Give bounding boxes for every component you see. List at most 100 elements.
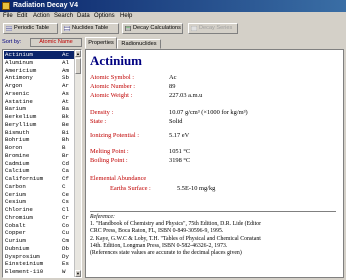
list-item[interactable]: Bismuth Bi: [4, 129, 74, 137]
list-item[interactable]: Chlorine Cl: [4, 206, 74, 214]
element-symbol: Be: [62, 120, 69, 128]
sort-by-button[interactable]: Atomic Name: [30, 38, 82, 47]
list-item[interactable]: Argon Ar: [4, 82, 74, 90]
menu-options[interactable]: Options: [94, 13, 115, 20]
element-name: Dysprosium: [5, 252, 40, 260]
decay-series-label: Decay Series: [199, 25, 233, 31]
list-item[interactable]: Boron B: [4, 144, 74, 152]
tab-properties[interactable]: Properties: [85, 37, 117, 49]
list-item[interactable]: Cobalt Co: [4, 222, 74, 230]
list-item[interactable]: Einsteinium Es: [4, 260, 74, 268]
title-bar[interactable]: Radiation Decay V4: [0, 0, 346, 12]
element-symbol: Ca: [62, 167, 69, 175]
list-item[interactable]: Arsenic As: [4, 90, 74, 98]
element-symbol: Bk: [62, 113, 69, 120]
periodic-table-button[interactable]: Periodic Table: [3, 23, 58, 34]
element-name: Bromine: [5, 151, 30, 159]
periodic-table-label: Periodic Table: [14, 25, 50, 31]
list-item[interactable]: Cadmium Cd: [4, 160, 74, 168]
list-item[interactable]: Californium Cf: [4, 175, 74, 183]
sort-bar: Sort by: Atomic Name: [0, 37, 84, 48]
scroll-up-icon[interactable]: ▲: [75, 50, 81, 57]
list-item[interactable]: Curium Cm: [4, 237, 74, 245]
table-icon: [64, 26, 70, 31]
series-icon: [191, 26, 197, 31]
list-item[interactable]: Bromine Br: [4, 152, 74, 160]
decay-series-button[interactable]: Decay Series: [188, 23, 238, 34]
grid-icon: [6, 26, 12, 31]
melting-point-label: Melting Point :: [90, 148, 129, 155]
element-symbol: Dy: [62, 252, 69, 260]
app-icon: [2, 2, 10, 10]
density-value: 10.07 g/cm³ (×1000 for kg/m³): [169, 109, 248, 116]
atomic-number-value: 89: [169, 83, 176, 90]
menu-file[interactable]: File: [3, 13, 13, 20]
list-item[interactable]: Dubnium Db: [4, 245, 74, 253]
list-item[interactable]: Cesium Cs: [4, 198, 74, 206]
element-name: Actinium: [5, 51, 33, 58]
atomic-symbol-value: Ac: [169, 74, 177, 81]
element-name: Berkelium: [5, 113, 37, 120]
list-item[interactable]: Actinium Ac: [4, 51, 74, 59]
list-item[interactable]: Element-110 W: [4, 268, 74, 276]
element-symbol: C: [62, 182, 66, 190]
list-item[interactable]: Antimony Sb: [4, 74, 74, 82]
element-name: Carbon: [5, 182, 26, 190]
element-symbol: Co: [62, 221, 69, 229]
list-item[interactable]: Barium Ba: [4, 105, 74, 113]
earths-surface-label: Earths Surface :: [110, 185, 151, 192]
element-name: Cesium: [5, 198, 26, 206]
element-symbol: Es: [62, 260, 69, 268]
atomic-weight-value: 227.03 a.m.u: [169, 92, 203, 99]
element-symbol: Al: [62, 58, 69, 66]
menu-data[interactable]: Data: [77, 13, 90, 20]
element-name: Calcium: [5, 167, 30, 175]
element-name: Einsteinium: [5, 260, 44, 268]
element-name: Aluminum: [5, 58, 33, 66]
list-item[interactable]: Astatine At: [4, 98, 74, 106]
list-item[interactable]: Copper Cu: [4, 229, 74, 237]
abundance-header: Elemental Abundance: [90, 175, 147, 182]
list-item[interactable]: Americium Am: [4, 67, 74, 75]
nuclides-table-button[interactable]: Nuclides Table: [61, 23, 119, 34]
list-item[interactable]: Calcium Ca: [4, 167, 74, 175]
menu-search[interactable]: Search: [54, 13, 73, 20]
list-item[interactable]: Chromium Cr: [4, 214, 74, 222]
scroll-thumb[interactable]: [75, 58, 81, 74]
element-symbol: Db: [62, 244, 69, 252]
list-item[interactable]: Berkelium Bk: [4, 113, 74, 121]
element-name: Dubnium: [5, 244, 30, 252]
element-symbol: Ba: [62, 105, 69, 113]
list-item[interactable]: Cerium Ce: [4, 191, 74, 199]
element-symbol: Cm: [62, 237, 69, 244]
element-symbol: Cl: [62, 206, 69, 213]
menu-edit[interactable]: Edit: [17, 13, 27, 20]
element-name: Bohrium: [5, 136, 30, 144]
earths-surface-value: 5.5E-10 mg/kg: [177, 185, 216, 192]
element-title: Actinium: [90, 53, 142, 68]
element-name: Boron: [5, 144, 23, 151]
menu-help[interactable]: Help: [120, 13, 132, 20]
list-scrollbar[interactable]: ▲ ▼: [74, 50, 81, 277]
list-item[interactable]: Beryllium Be: [4, 121, 74, 129]
ionizing-potential-label: Ionizing Potential :: [90, 132, 139, 139]
scroll-down-icon[interactable]: ▼: [75, 270, 81, 277]
list-item[interactable]: Aluminum Al: [4, 59, 74, 67]
reference-line: 1. "Handbook of Chemistry and Physics", …: [90, 221, 262, 227]
reference-header: Reference:: [90, 214, 115, 220]
nuclides-table-label: Nuclides Table: [72, 25, 109, 31]
boiling-point-value: 3198 °C: [169, 157, 191, 164]
ionizing-potential-value: 5.17 eV: [169, 132, 190, 139]
properties-panel: Actinium Atomic Symbol : Ac Atomic Numbe…: [85, 49, 344, 278]
tab-radionuclides[interactable]: Radionuclides: [117, 39, 161, 49]
element-name: Astatine: [5, 97, 33, 105]
app-window: Radiation Decay V4 File Edit Action Sear…: [0, 0, 346, 280]
element-list[interactable]: Actinium Ac Aluminum Al Americium Am Antimony S…: [2, 49, 82, 278]
element-symbol: At: [62, 97, 69, 105]
menu-action[interactable]: Action: [33, 13, 50, 20]
decay-calculations-button[interactable]: Decay Calculations: [122, 23, 183, 34]
list-item[interactable]: Bohrium Bh: [4, 136, 74, 144]
list-item[interactable]: Carbon C: [4, 183, 74, 191]
list-item[interactable]: Dysprosium Dy: [4, 253, 74, 261]
element-symbol: Ce: [62, 190, 69, 198]
